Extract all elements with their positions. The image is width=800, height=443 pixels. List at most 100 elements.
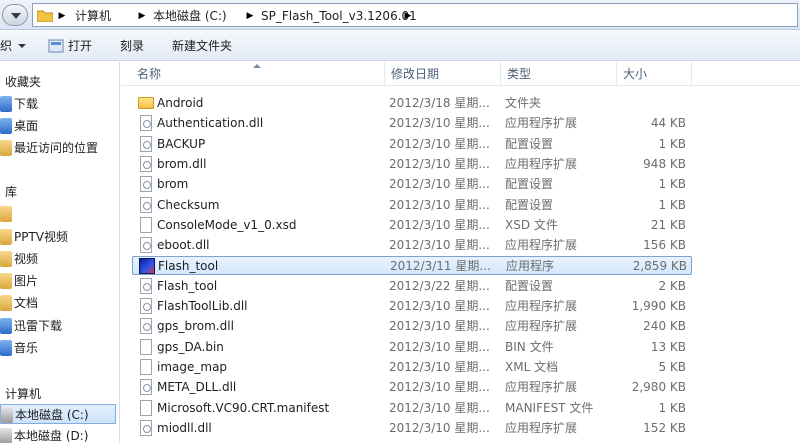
column-header-size[interactable]: 大小 [617,62,692,86]
file-size: 2,980 KB [631,380,686,395]
file-name: gps_DA.bin [157,339,224,354]
open-button[interactable]: 打开 [68,38,92,54]
application-icon [139,258,155,275]
file-row[interactable]: BACKUP 2012/3/10 星期... 配置设置 1 KB [132,135,692,154]
breadcrumb[interactable]: ▶ 计算机 ▶ 本地磁盘 (C:) ▶ SP_Flash_Tool_v3.120… [32,3,798,27]
file-date-modified: 2012/3/10 星期... [389,380,490,395]
breadcrumb-separator-icon[interactable]: ▶ [57,8,67,24]
file-row[interactable]: Checksum 2012/3/10 星期... 配置设置 1 KB [132,196,692,215]
sidebar-item-library-collapsed[interactable] [0,204,119,224]
breadcrumb-separator-icon[interactable]: ▶ [403,8,413,24]
sidebar-item-label: 下载 [14,97,39,111]
recent-locations-dropdown[interactable] [2,4,28,26]
breadcrumb-computer[interactable]: 计算机 [75,8,111,24]
dll-icon [140,318,152,335]
file-name: Checksum [157,197,220,212]
file-type: 配置设置 [505,177,554,192]
file-row[interactable]: Authentication.dll 2012/3/10 星期... 应用程序扩展 4… [132,114,692,133]
file-list: 名称 修改日期 类型 大小 Android 2012/3/18 星期... 文件夹 A… [121,62,800,443]
breadcrumb-separator-icon[interactable]: ▶ [245,8,255,24]
file-size: 152 KB [643,420,686,435]
file-date-modified: 2012/3/10 星期... [389,420,490,435]
sidebar-item-documents[interactable]: 文档 [0,293,119,313]
sidebar-item-label: 视频 [14,252,39,266]
new-folder-button[interactable]: 新建文件夹 [172,38,232,54]
file-name: brom.dll [157,156,207,171]
address-bar: ▶ 计算机 ▶ 本地磁盘 (C:) ▶ SP_Flash_Tool_v3.120… [0,0,800,30]
file-row[interactable]: gps_brom.dll 2012/3/10 星期... 应用程序扩展 240 KB [132,317,692,336]
file-row[interactable]: image_map 2012/3/10 星期... XML 文档 5 KB [132,358,692,377]
sidebar-header-label: 库 [5,185,18,199]
column-header-type[interactable]: 类型 [501,62,617,86]
file-row[interactable]: miodll.dll 2012/3/10 星期... 应用程序扩展 152 KB [132,419,692,438]
file-row[interactable]: gps_DA.bin 2012/3/10 星期... BIN 文件 13 KB [132,338,692,357]
file-row[interactable]: FlashToolLib.dll 2012/3/10 星期... 应用程序扩展 1,9… [132,297,692,316]
sidebar-item-label: 桌面 [14,119,39,133]
folder-icon [138,97,154,109]
file-row[interactable]: eboot.dll 2012/3/10 星期... 应用程序扩展 156 KB [132,236,692,255]
file-name: brom [157,177,189,192]
file-size: 156 KB [643,238,686,253]
sidebar-item-label: 音乐 [14,341,39,355]
file-name: Android [157,96,204,110]
file-date-modified: 2012/3/10 星期... [389,359,490,374]
file-size: 44 KB [650,116,686,131]
dll-icon [140,419,152,436]
breadcrumb-separator-icon[interactable]: ▶ [137,8,147,24]
file-name: image_map [157,359,228,374]
file-date-modified: 2012/3/10 星期... [389,238,490,253]
sidebar-item-videos[interactable]: 视频 [0,249,119,269]
file-row[interactable]: Flash_tool 2012/3/22 星期... 配置设置 2 KB [132,277,692,296]
video-library-icon [0,251,12,267]
config-icon [140,176,152,193]
command-bar: 织 打开 刻录 新建文件夹 [0,31,800,61]
thunder-download-icon [0,318,12,334]
file-name: FlashToolLib.dll [157,299,248,313]
column-header-name[interactable]: 名称 [131,62,385,86]
file-row[interactable]: Android 2012/3/18 星期... 文件夹 [132,94,692,113]
file-row[interactable]: META_DLL.dll 2012/3/10 星期... 应用程序扩展 2,980 K… [132,378,692,397]
burn-button[interactable]: 刻录 [120,38,144,54]
file-name: ConsoleMode_v1_0.xsd [157,217,297,232]
file-row[interactable]: Microsoft.VC90.CRT.manifest 2012/3/10 星期.… [132,399,692,418]
file-size: 240 KB [643,319,686,334]
sidebar-item-pictures[interactable]: 图片 [0,271,119,291]
sidebar-item-downloads[interactable]: 下载 [0,94,119,114]
file-type: 应用程序扩展 [505,116,578,131]
documents-library-icon [0,295,12,311]
sidebar-item-thunder-download[interactable]: 迅雷下载 [0,316,119,336]
file-name: BACKUP [157,136,206,151]
file-type: 应用程序扩展 [505,319,578,334]
file-size: 13 KB [650,339,686,354]
sidebar-header-label: 计算机 [5,387,42,401]
file-size: 1 KB [658,400,686,415]
sidebar-item-recent-places[interactable]: 最近访问的位置 [0,138,119,158]
sidebar-item-pptv-video[interactable]: PPTV视频 [0,227,119,247]
file-size: 2 KB [658,278,686,293]
file-size: 948 KB [643,156,686,171]
file-type: 应用程序扩展 [505,420,578,435]
file-type: 文件夹 [505,96,542,110]
config-icon [140,277,152,294]
organize-button[interactable]: 织 [0,38,12,54]
sidebar-item-label: 迅雷下载 [14,319,63,333]
file-name: Flash_tool [157,278,218,293]
file-type: 应用程序扩展 [505,238,578,253]
folder-icon [37,10,53,22]
sidebar-item-music[interactable]: 音乐 [0,338,119,358]
sidebar-item-local-disk-c[interactable]: 本地磁盘 (C:) [0,404,116,424]
file-date-modified: 2012/3/10 星期... [389,319,490,334]
file-name: Microsoft.VC90.CRT.manifest [157,400,330,415]
sidebar-item-local-disk-d[interactable]: 本地磁盘 (D:) [0,426,119,443]
breadcrumb-local-disk-c[interactable]: 本地磁盘 (C:) [153,8,227,24]
file-type: 配置设置 [505,136,554,151]
column-header-date[interactable]: 修改日期 [385,62,501,86]
file-date-modified: 2012/3/11 星期... [390,259,491,274]
sidebar-item-label: PPTV视频 [14,230,69,244]
file-row[interactable]: Flash_tool 2012/3/11 星期... 应用程序 2,859 KB [132,256,692,276]
sidebar-item-desktop[interactable]: 桌面 [0,116,119,136]
file-row[interactable]: brom.dll 2012/3/10 星期... 应用程序扩展 948 KB [132,155,692,174]
file-row[interactable]: ConsoleMode_v1_0.xsd 2012/3/10 星期... XSD 文… [132,216,692,235]
file-row[interactable]: brom 2012/3/10 星期... 配置设置 1 KB [132,175,692,194]
breadcrumb-sp-flash-tool[interactable]: SP_Flash_Tool_v3.1206.01 [261,8,417,24]
